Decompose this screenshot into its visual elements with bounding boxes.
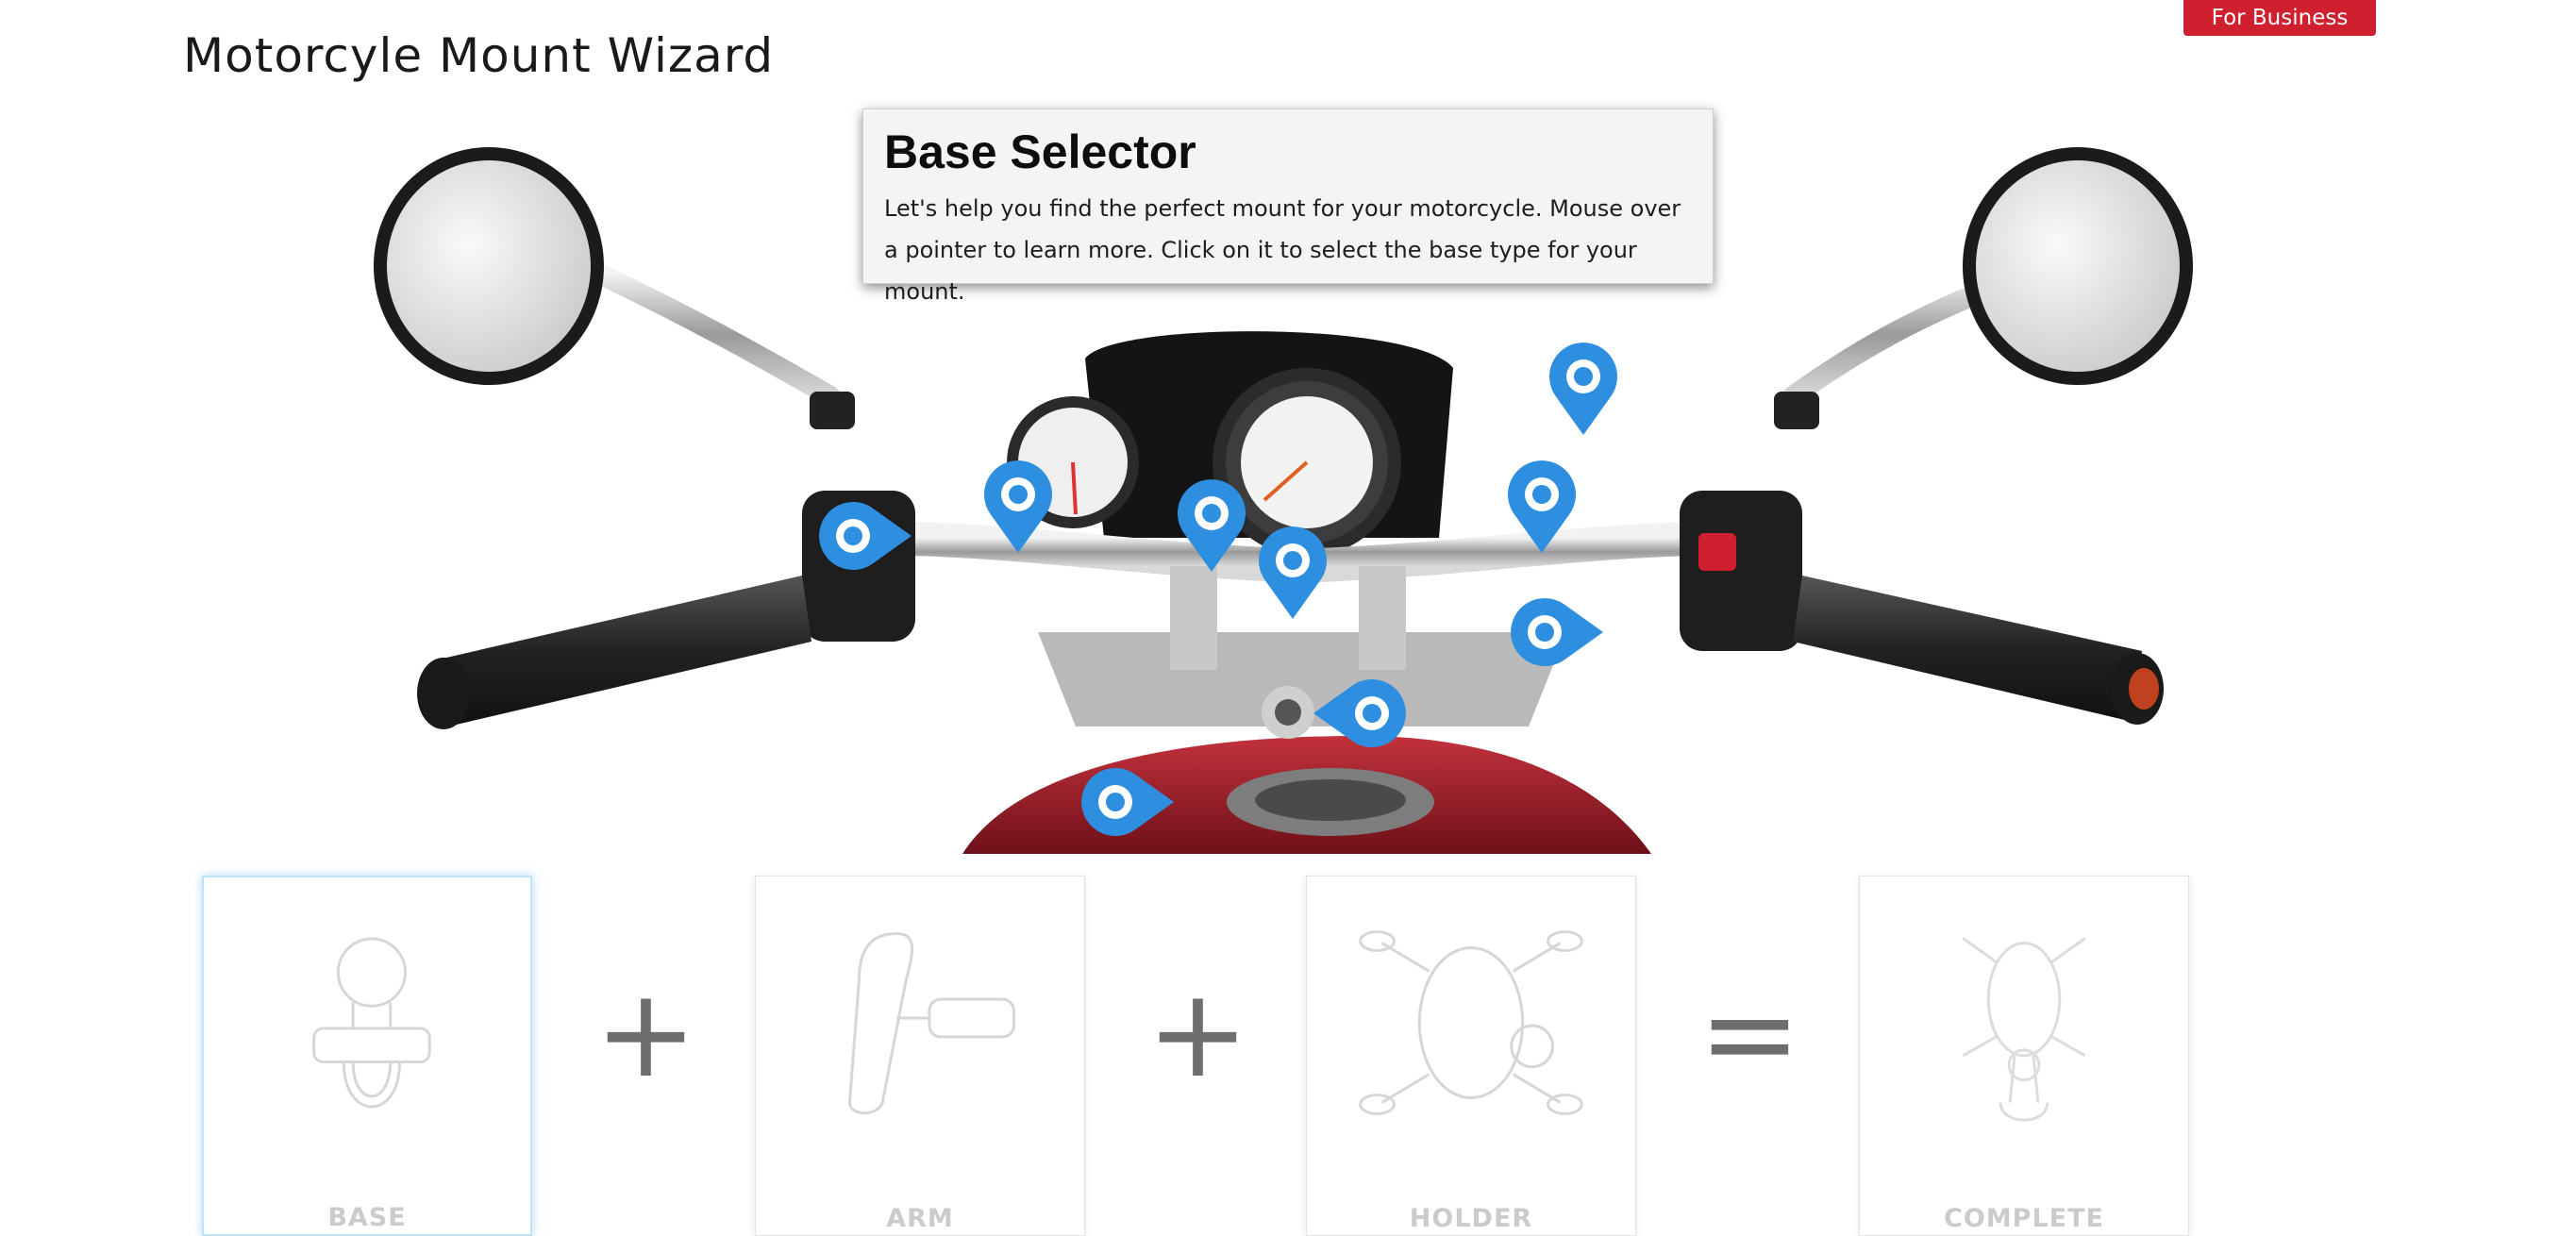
location-pin-icon[interactable] bbox=[1511, 596, 1605, 668]
step-label-holder: HOLDER bbox=[1409, 1204, 1533, 1233]
base-selector-panel: Base Selector Let's help you find the pe… bbox=[862, 109, 1714, 305]
step-label-arm: ARM bbox=[886, 1204, 954, 1233]
plus-operator: + bbox=[594, 961, 697, 1105]
step-label-base: BASE bbox=[327, 1203, 407, 1232]
complete-mount-icon bbox=[1962, 937, 2086, 1122]
location-pin-icon[interactable] bbox=[1257, 526, 1329, 621]
ball-base-icon bbox=[312, 937, 431, 1109]
for-business-button[interactable]: For Business bbox=[2183, 0, 2376, 36]
location-pin-icon[interactable] bbox=[1506, 460, 1578, 555]
step-card-base[interactable]: BASE bbox=[202, 876, 532, 1236]
location-pin-icon[interactable] bbox=[1176, 479, 1247, 574]
step-label-complete: COMPLETE bbox=[1944, 1204, 2104, 1233]
arm-icon bbox=[847, 932, 1015, 1115]
step-card-holder[interactable]: HOLDER bbox=[1306, 876, 1636, 1236]
step-card-complete[interactable]: COMPLETE bbox=[1859, 876, 2189, 1236]
base-selector-description: Let's help you find the perfect mount fo… bbox=[884, 195, 1681, 305]
x-grip-holder-icon bbox=[1359, 930, 1583, 1115]
location-pin-icon[interactable] bbox=[1312, 677, 1406, 749]
plus-operator: + bbox=[1146, 961, 1249, 1105]
step-card-arm[interactable]: ARM bbox=[755, 876, 1085, 1236]
location-pin-icon[interactable] bbox=[1081, 766, 1176, 838]
location-pin-icon[interactable] bbox=[1547, 342, 1619, 437]
page-title: Motorcyle Mount Wizard bbox=[183, 28, 775, 83]
location-pin-icon[interactable] bbox=[819, 500, 913, 572]
equals-operator: = bbox=[1698, 961, 1801, 1105]
base-selector-title: Base Selector bbox=[884, 125, 1196, 178]
location-pin-icon[interactable] bbox=[982, 460, 1054, 555]
